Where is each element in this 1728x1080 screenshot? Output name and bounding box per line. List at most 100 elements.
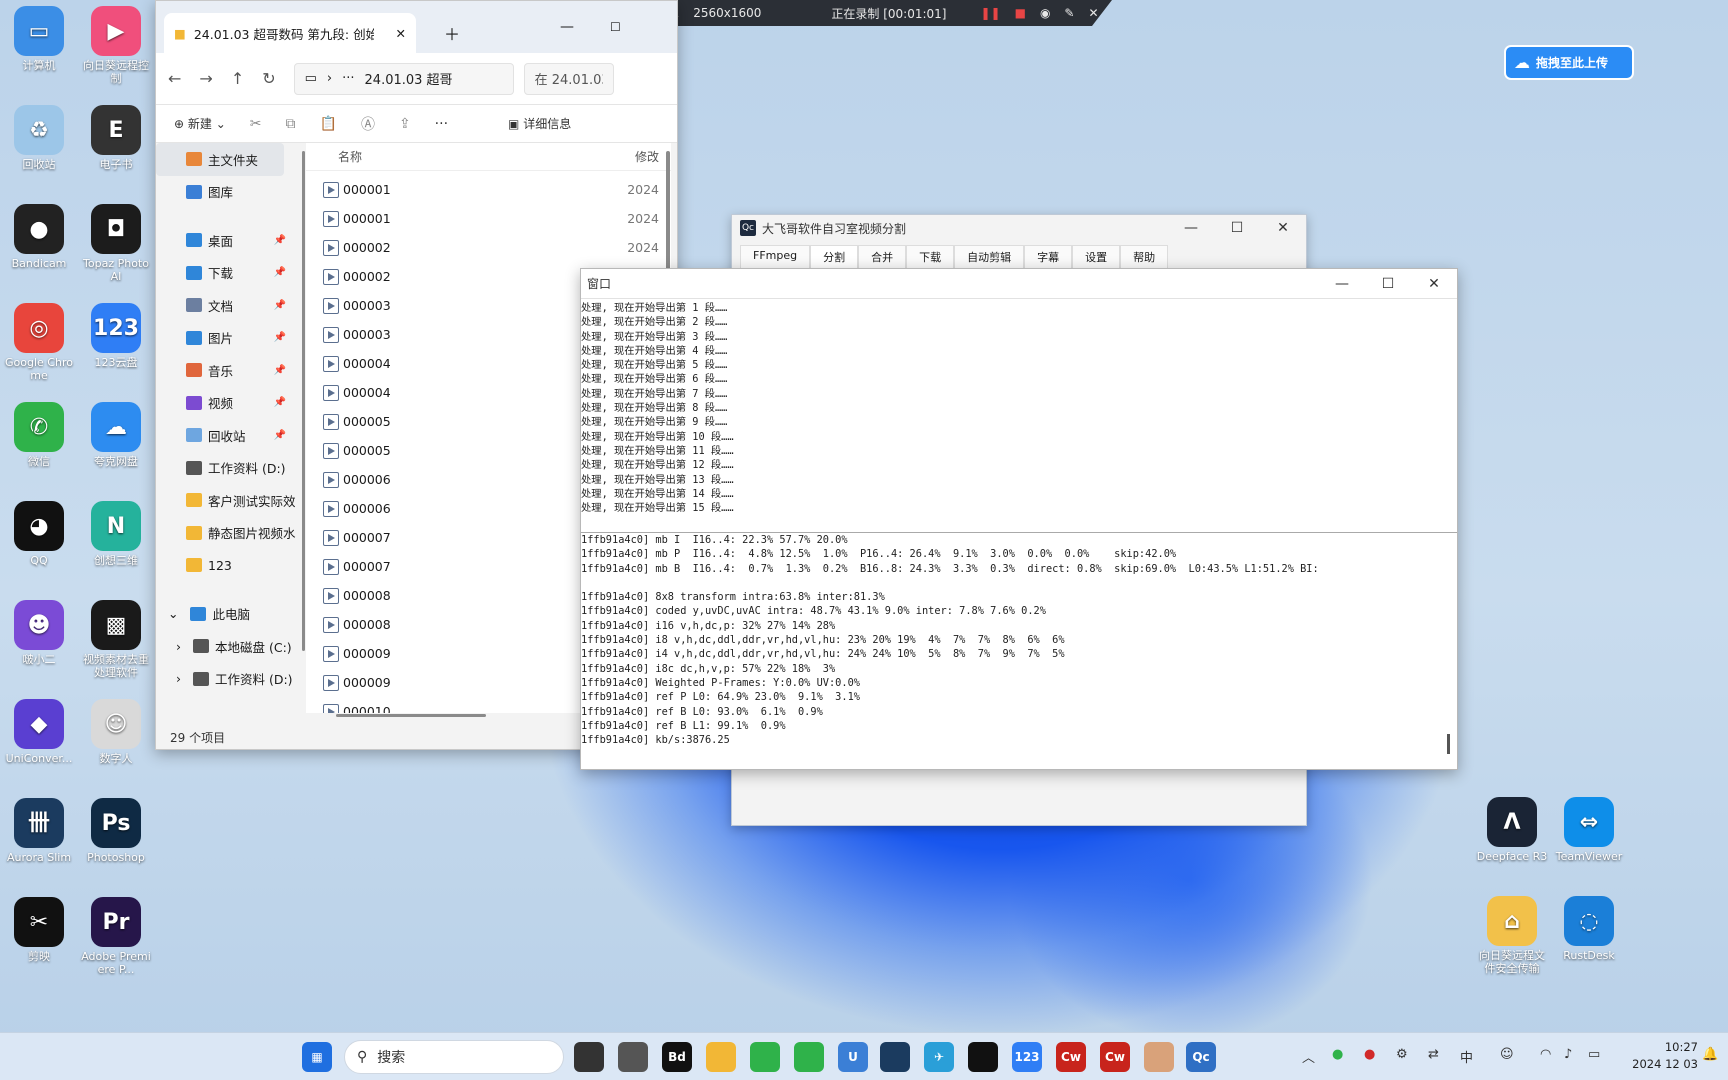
tool-tab[interactable]: 下载: [906, 245, 955, 268]
maximize-button[interactable]: ☐: [1365, 276, 1411, 292]
tray-icon-c[interactable]: ☺: [1500, 1047, 1514, 1062]
battery-icon[interactable]: ▭: [1588, 1047, 1600, 1062]
refresh-icon[interactable]: ↻: [262, 69, 275, 88]
nav-scrollbar[interactable]: [302, 151, 305, 651]
bandicam-taskbar-icon[interactable]: Bd: [662, 1042, 692, 1072]
wechat2-taskbar-icon[interactable]: [794, 1042, 824, 1072]
nav-item[interactable]: 图片 📌: [156, 322, 296, 355]
avatar-taskbar-icon[interactable]: [1144, 1042, 1174, 1072]
tool-tab[interactable]: 设置: [1072, 245, 1121, 268]
desktop-icon[interactable]: ◌ RustDesk: [1552, 896, 1626, 962]
tool-tab[interactable]: 自动剪辑: [954, 245, 1025, 268]
chevron-up-icon[interactable]: ︿: [1302, 1047, 1315, 1066]
alien-taskbar-icon[interactable]: [618, 1042, 648, 1072]
minimize-button[interactable]: —: [1319, 276, 1365, 292]
desktop-icon[interactable]: N 创想三维: [79, 501, 153, 567]
pin-icon[interactable]: 📌: [274, 267, 286, 278]
address-bar[interactable]: ▭ › ··· 24.01.03 超哥: [293, 62, 514, 95]
input-method-icon[interactable]: 中: [1460, 1047, 1473, 1066]
notification-bell-icon[interactable]: 🔔: [1702, 1047, 1718, 1062]
new-button[interactable]: ⊕ 新建 ⌄: [174, 115, 226, 132]
nav-item[interactable]: 文档 📌: [156, 289, 296, 322]
nav-item[interactable]: 回收站 📌: [156, 419, 296, 452]
pin-icon[interactable]: 📌: [274, 235, 286, 246]
pin-icon[interactable]: 📌: [274, 397, 286, 408]
back-icon[interactable]: ←: [168, 69, 181, 88]
aurora-taskbar-icon[interactable]: [880, 1042, 910, 1072]
copy-icon[interactable]: ⧉: [286, 116, 296, 132]
up-icon[interactable]: ↑: [231, 69, 244, 88]
nav-item[interactable]: 工作资料 (D:): [156, 452, 296, 485]
nav-item[interactable]: 桌面 📌: [156, 224, 296, 257]
pause-button[interactable]: ❚❚: [980, 6, 1000, 20]
more-options-icon[interactable]: ···: [435, 116, 448, 132]
desktop-icon[interactable]: ✆ 微信: [2, 402, 76, 468]
details-button[interactable]: ▣ 详细信息: [508, 115, 571, 132]
rename-icon[interactable]: Ⓐ: [361, 114, 375, 134]
volume-icon[interactable]: ♪: [1564, 1047, 1572, 1062]
nav-item[interactable]: ⌄ 此电脑: [156, 598, 296, 631]
taskview-taskbar-icon[interactable]: [574, 1042, 604, 1072]
stop-button[interactable]: ■: [1015, 6, 1026, 20]
desktop-icon[interactable]: Pr Adobe Premiere P...: [79, 897, 153, 976]
qc-taskbar-icon[interactable]: Qc: [1186, 1042, 1216, 1072]
desktop-icon[interactable]: ⌂ 向日葵远程文件安全传输: [1475, 896, 1549, 975]
nav-item[interactable]: › 本地磁盘 (C:): [156, 630, 296, 663]
record-tray-icon[interactable]: ●: [1364, 1047, 1375, 1062]
desktop-icon[interactable]: ☻ 啵小二: [2, 600, 76, 666]
col-name[interactable]: 名称: [338, 148, 362, 165]
file-row[interactable]: 000001 2024: [306, 175, 671, 204]
pin-icon[interactable]: 📌: [274, 300, 286, 311]
col-modified[interactable]: 修改: [635, 148, 659, 165]
wechat-tray-icon[interactable]: ●: [1332, 1047, 1343, 1062]
camtasia-taskbar-icon[interactable]: Cw: [1056, 1042, 1086, 1072]
paste-icon[interactable]: 📋: [320, 116, 337, 132]
search-box[interactable]: 在 24.01.03: [523, 62, 614, 95]
desktop-icon[interactable]: ☁ 夸克网盘: [79, 402, 153, 468]
telegram-taskbar-icon[interactable]: ✈: [924, 1042, 954, 1072]
desktop-icon[interactable]: ☺ 数字人: [79, 699, 153, 765]
nav-item[interactable]: 主文件夹: [156, 143, 284, 176]
desktop-icon[interactable]: E 电子书: [79, 105, 153, 171]
pin-icon[interactable]: 📌: [274, 430, 286, 441]
forward-icon[interactable]: →: [199, 69, 212, 88]
taskbar-search[interactable]: ⚲ 搜索: [344, 1040, 564, 1074]
desktop-icon[interactable]: Λ Deepface R3: [1475, 797, 1549, 863]
tab-close-icon[interactable]: ✕: [396, 26, 406, 41]
pen-icon[interactable]: ✎: [1064, 6, 1074, 20]
tray-icon-a[interactable]: ⚙: [1396, 1047, 1408, 1062]
chevron-right-icon[interactable]: ›: [176, 671, 181, 686]
h-scrollbar[interactable]: [336, 714, 486, 717]
tool-taskbar-icon[interactable]: U: [838, 1042, 868, 1072]
pin-icon[interactable]: 📌: [274, 365, 286, 376]
tray-icon-b[interactable]: ⇄: [1428, 1047, 1439, 1062]
123pan-taskbar-icon[interactable]: 123: [1012, 1042, 1042, 1072]
clock[interactable]: 10:27 2024 12 03: [1620, 1039, 1698, 1073]
share-icon[interactable]: ⇪: [399, 116, 411, 132]
desktop-icon[interactable]: ⇔ TeamViewer: [1552, 797, 1626, 863]
minimize-button[interactable]: —: [1168, 220, 1214, 236]
desktop-icon[interactable]: 卌 Aurora Slim: [2, 798, 76, 864]
nav-item[interactable]: 音乐 📌: [156, 354, 296, 387]
desktop-icon[interactable]: ▶ 向日葵远程控制: [79, 6, 153, 85]
desktop-icon[interactable]: Ps Photoshop: [79, 798, 153, 864]
start-taskbar-icon[interactable]: ▦: [302, 1042, 332, 1072]
nav-item[interactable]: 客户测试实际效: [156, 484, 296, 517]
desktop-icon[interactable]: 123 123云盘: [79, 303, 153, 369]
qq-taskbar-icon[interactable]: [968, 1042, 998, 1072]
nav-item[interactable]: › 工作资料 (D:): [156, 663, 296, 696]
log-scrollbar[interactable]: [1447, 734, 1450, 754]
tool-tab[interactable]: 分割: [810, 245, 859, 268]
file-row[interactable]: 000001 2024: [306, 204, 671, 233]
chevron-down-icon[interactable]: ⌄: [168, 606, 178, 621]
camtasia2-taskbar-icon[interactable]: Cw: [1100, 1042, 1130, 1072]
explorer-taskbar-icon[interactable]: [706, 1042, 736, 1072]
explorer-tab[interactable]: ■ 24.01.03 超哥数码 第九段: 创始 ✕: [164, 13, 416, 53]
tool-tab[interactable]: 帮助: [1120, 245, 1169, 268]
minimize-button[interactable]: —: [560, 19, 574, 35]
camera-icon[interactable]: ◉: [1040, 6, 1050, 20]
new-tab-icon[interactable]: ＋: [444, 21, 460, 45]
tool-tab[interactable]: 合并: [858, 245, 907, 268]
wifi-icon[interactable]: ◠: [1540, 1047, 1551, 1062]
maximize-button[interactable]: ☐: [610, 20, 621, 34]
